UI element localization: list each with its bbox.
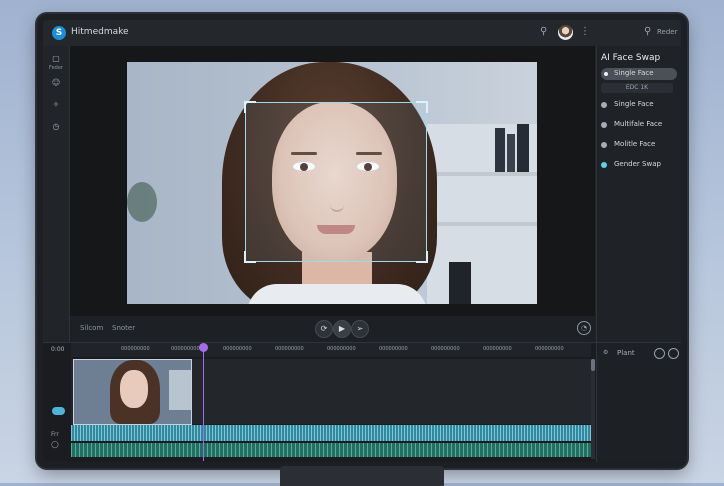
option-molitle-face[interactable]: Molitle Face (601, 139, 677, 151)
rail-media-icon[interactable]: ▢ (48, 54, 64, 63)
subject-shirt (247, 284, 427, 304)
audio-track-2[interactable] (71, 443, 591, 457)
video-clip[interactable] (73, 359, 192, 425)
rail-face-icon[interactable]: ☺ (48, 78, 64, 87)
more-icon[interactable]: ⋮ (580, 26, 590, 37)
panel-title: AI Face Swap (601, 53, 661, 63)
resolution-field[interactable]: EDC 1K (601, 83, 673, 93)
left-rail: ▢ Feder ☺ ✧ ◷ (43, 46, 70, 342)
radio-dot-icon (601, 102, 607, 108)
timeline-start-time: 0:00 (51, 346, 65, 353)
timeline: 0:00 000000000 000000000 000000000 00000… (43, 342, 681, 462)
option-single-face[interactable]: Single Face (601, 99, 677, 111)
option-label: Molitle Face (614, 140, 656, 148)
background-plant (127, 182, 157, 222)
rail-label: Feder (49, 65, 63, 71)
shelf-board (427, 222, 537, 226)
transport-mid-label[interactable]: Snoter (112, 324, 135, 332)
monitor-stand (280, 466, 444, 486)
link-icon[interactable]: ⚲ (540, 26, 547, 37)
rail-effects-icon[interactable]: ✧ (48, 100, 64, 109)
clip-thumbnail-face (120, 370, 148, 408)
option-single-face-selected[interactable]: Single Face (601, 68, 677, 80)
option-label: Multifale Face (614, 120, 663, 128)
option-label: Gender Swap (614, 160, 661, 168)
app-window: S Hitmedmake ⚲ ⋮ ⚲ Reder ▢ Feder ☺ ✧ ◷ S… (43, 20, 681, 462)
forward-button[interactable]: ➢ (351, 320, 369, 338)
radio-dot-icon (601, 122, 607, 128)
book (495, 128, 505, 172)
book (507, 134, 515, 172)
top-bar: S Hitmedmake ⚲ ⋮ ⚲ Reder (43, 20, 681, 46)
ruler-tick-label: 000000000 (535, 346, 564, 352)
ruler-tick-label: 000000000 (121, 346, 150, 352)
ruler-tick-label: 000000000 (327, 346, 356, 352)
track-toggle[interactable] (52, 407, 65, 415)
book (517, 124, 529, 172)
video-preview[interactable] (127, 62, 537, 304)
search-icon[interactable]: ⚲ (644, 26, 651, 37)
transport-bar: Silcom Snoter ⟳ ▶ ➢ ◔ (70, 316, 595, 342)
ruler-tick-label: 000000000 (171, 346, 200, 352)
app-logo[interactable]: S (52, 26, 66, 40)
top-right-label[interactable]: Reder (657, 28, 677, 36)
preview-area (70, 46, 595, 316)
box-corner-handle[interactable] (244, 251, 256, 263)
timeline-scrollbar[interactable] (591, 359, 595, 459)
box-corner-handle[interactable] (244, 101, 256, 113)
play-button[interactable]: ▶ (333, 320, 351, 338)
timeline-ruler[interactable]: 000000000 000000000 000000000 000000000 … (71, 343, 591, 357)
box-corner-handle[interactable] (416, 101, 428, 113)
timeline-side-panel: ⚙ Plant (596, 343, 681, 462)
audio-track-1[interactable] (71, 425, 591, 441)
rewind-button[interactable]: ⟳ (315, 320, 333, 338)
side-panel-label[interactable]: Plant (617, 349, 635, 357)
transport-left-label[interactable]: Silcom (80, 324, 103, 332)
radio-dot-icon (604, 72, 608, 76)
face-detection-box[interactable] (244, 101, 428, 263)
settings-icon[interactable]: ⚙ (603, 349, 608, 356)
clip-thumbnail-shelf (169, 370, 191, 410)
option-label: Single Face (614, 100, 654, 108)
minus-icon[interactable] (654, 348, 665, 359)
record-icon[interactable]: ○ (51, 440, 59, 450)
playhead-handle[interactable] (199, 343, 208, 352)
ruler-tick-label: 000000000 (223, 346, 252, 352)
option-multiple-face[interactable]: Multifale Face (601, 119, 677, 131)
option-gender-swap[interactable]: Gender Swap (601, 159, 677, 171)
radio-dot-icon (601, 162, 607, 168)
shelf-board (427, 172, 537, 176)
ruler-tick-label: 000000000 (275, 346, 304, 352)
plus-icon[interactable] (668, 348, 679, 359)
box-corner-handle[interactable] (416, 251, 428, 263)
track-label: Frr (51, 431, 59, 438)
vase (449, 262, 471, 304)
avatar[interactable] (558, 25, 573, 40)
playhead[interactable] (203, 343, 204, 461)
ruler-tick-label: 000000000 (379, 346, 408, 352)
option-label: Single Face (614, 69, 654, 77)
timer-icon[interactable]: ◔ (577, 321, 591, 335)
rail-clock-icon[interactable]: ◷ (48, 122, 64, 131)
face-swap-panel: AI Face Swap Single Face EDC 1K Single F… (596, 46, 681, 342)
timeline-scroll-thumb[interactable] (591, 359, 595, 371)
ruler-tick-label: 000000000 (483, 346, 512, 352)
ruler-tick-label: 000000000 (431, 346, 460, 352)
app-title: Hitmedmake (71, 27, 129, 37)
radio-dot-icon (601, 142, 607, 148)
